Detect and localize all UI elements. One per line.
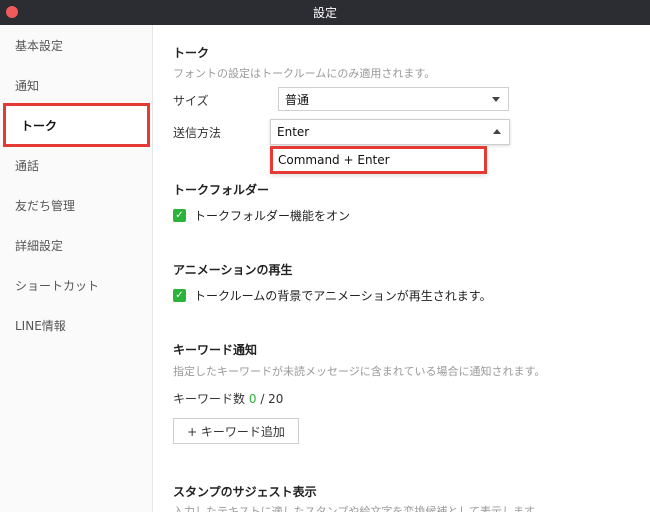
sidebar-item-advanced[interactable]: 詳細設定: [0, 225, 153, 265]
talk-folder-checkbox-row[interactable]: ✓ トークフォルダー機能をオン: [173, 207, 350, 224]
font-size-value: 普通: [285, 92, 310, 107]
chevron-up-icon: [493, 129, 501, 134]
send-method-value: Enter: [277, 125, 310, 139]
animation-section-title: アニメーションの再生: [173, 263, 293, 277]
close-window-icon[interactable]: [6, 6, 18, 18]
send-method-label: 送信方法: [173, 126, 222, 140]
window-title: 設定: [312, 6, 337, 20]
font-size-select[interactable]: 普通: [278, 87, 509, 111]
sticker-suggest-description: 入力したテキストに適したスタンプや絵文字を変換候補として表示します。: [173, 505, 545, 512]
settings-sidebar: 基本設定 通知 トーク 通話 友だち管理 詳細設定 ショートカット LINE情報: [0, 25, 153, 512]
talk-folder-checkbox-label: トークフォルダー機能をオン: [194, 209, 351, 223]
sidebar-item-talk[interactable]: トーク: [3, 103, 150, 147]
keyword-count-max: / 20: [260, 392, 284, 406]
keyword-section-title: キーワード通知: [173, 343, 258, 357]
settings-main-panel: トーク フォントの設定はトークルームにのみ適用されます。 サイズ 普通 送信方法…: [153, 25, 650, 512]
animation-checkbox-label: トークルームの背景でアニメーションが再生されます。: [194, 289, 492, 303]
send-method-select[interactable]: Enter: [270, 119, 510, 145]
sticker-suggest-section-title: スタンプのサジェスト表示: [173, 485, 317, 499]
add-keyword-button[interactable]: + キーワード追加: [173, 418, 299, 444]
sidebar-item-notifications[interactable]: 通知: [0, 65, 153, 105]
talk-section-title: トーク: [173, 46, 210, 60]
keyword-count-current: 0: [248, 392, 257, 406]
sidebar-item-shortcuts[interactable]: ショートカット: [0, 265, 153, 305]
chevron-down-icon: [492, 97, 500, 102]
keyword-count: キーワード数 0 / 20: [173, 390, 283, 407]
talk-folder-section-title: トークフォルダー: [173, 183, 270, 197]
sidebar-item-line-info[interactable]: LINE情報: [0, 305, 153, 345]
sidebar-item-calls[interactable]: 通話: [0, 145, 153, 185]
sidebar-item-basic[interactable]: 基本設定: [0, 25, 153, 65]
checkbox-checked-icon[interactable]: ✓: [173, 209, 186, 222]
font-size-label: サイズ: [173, 94, 209, 108]
send-method-option-label: Command + Enter: [278, 153, 390, 167]
keyword-section-description: 指定したキーワードが未読メッセージに含まれている場合に通知されます。: [173, 365, 546, 378]
animation-checkbox-row[interactable]: ✓ トークルームの背景でアニメーションが再生されます。: [173, 287, 492, 304]
send-method-option-command-enter[interactable]: Command + Enter: [270, 146, 487, 174]
talk-section-description: フォントの設定はトークルームにのみ適用されます。: [173, 67, 436, 80]
keyword-count-label: キーワード数: [173, 392, 246, 406]
title-bar: 設定: [0, 0, 650, 25]
checkbox-checked-icon[interactable]: ✓: [173, 289, 186, 302]
sidebar-item-friends[interactable]: 友だち管理: [0, 185, 153, 225]
